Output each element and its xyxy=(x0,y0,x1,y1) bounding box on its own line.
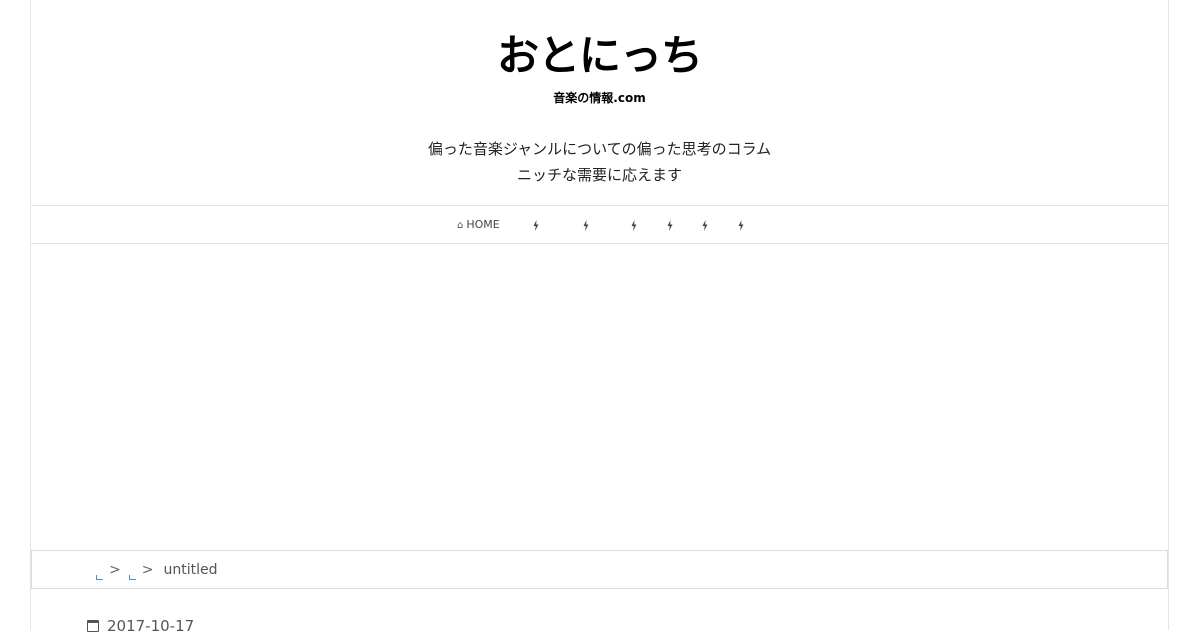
nav-item-home-label: HOME xyxy=(466,218,500,231)
breadcrumb-category-link[interactable] xyxy=(128,575,136,580)
nav-item-1[interactable] xyxy=(533,216,539,234)
breadcrumb-home-link[interactable] xyxy=(96,575,103,580)
bolt-icon xyxy=(667,219,673,231)
site-subtitle: 音楽の情報.com xyxy=(553,91,646,105)
nav-item-6[interactable] xyxy=(738,216,744,234)
nav-item-2[interactable] xyxy=(583,216,589,234)
site-title[interactable]: おとにっち xyxy=(31,28,1168,84)
bolt-icon xyxy=(702,219,708,231)
site-description-line-2: ニッチな需要に応えます xyxy=(516,166,682,184)
breadcrumb-current: untitled xyxy=(163,562,218,578)
page-container: おとにっち 音楽の情報.com 偏った音楽ジャンルについての偏った思考のコラム … xyxy=(30,0,1169,635)
nav-item-3[interactable] xyxy=(631,216,637,234)
breadcrumb-separator: > xyxy=(141,562,154,578)
post-meta: 2017-10-17 xyxy=(87,616,194,636)
global-nav: ⌂ HOME xyxy=(31,205,1168,244)
bolt-icon xyxy=(631,219,637,231)
site-description: 偏った音楽ジャンルについての偏った思考のコラム ニッチな需要に応えます xyxy=(31,136,1168,188)
site-header: おとにっち 音楽の情報.com 偏った音楽ジャンルについての偏った思考のコラム … xyxy=(31,0,1168,205)
nav-item-home[interactable]: ⌂ HOME xyxy=(457,216,500,235)
bolt-icon xyxy=(583,219,589,231)
post-date: 2017-10-17 xyxy=(107,617,195,635)
breadcrumb: > > untitled xyxy=(31,550,1168,589)
ad-space xyxy=(31,244,1168,550)
nav-item-5[interactable] xyxy=(702,216,708,234)
site-description-line-1: 偏った音楽ジャンルについての偏った思考のコラム xyxy=(427,140,772,158)
breadcrumb-separator: > xyxy=(109,562,121,578)
calendar-icon xyxy=(87,620,99,632)
bolt-icon xyxy=(738,219,744,231)
bolt-icon xyxy=(533,219,539,231)
nav-item-4[interactable] xyxy=(667,216,673,234)
home-icon: ⌂ xyxy=(457,220,464,231)
